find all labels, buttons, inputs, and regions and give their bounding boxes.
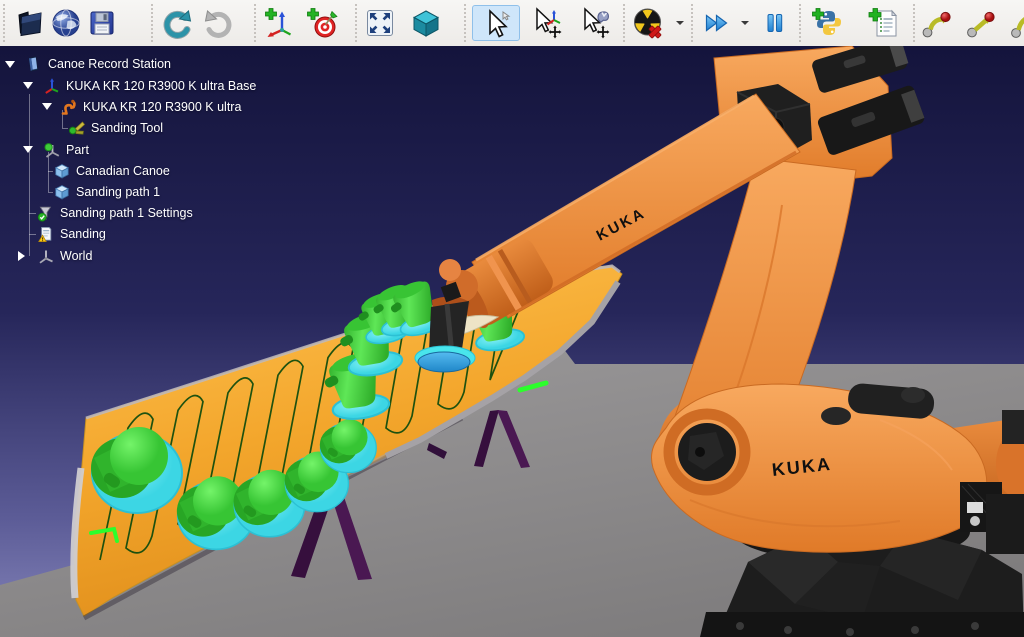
fit-all-button[interactable] (362, 5, 398, 41)
add-target-button[interactable] (304, 5, 340, 41)
isometric-view-button[interactable] (408, 5, 444, 41)
machining-settings-icon (37, 204, 55, 222)
tree-item-part[interactable]: Part (43, 140, 89, 160)
part-frame-icon (43, 141, 61, 159)
tree-item-sanding-path[interactable]: Sanding path 1 (53, 182, 160, 202)
expander-world[interactable] (18, 251, 25, 261)
fast-simulation-icon (700, 7, 732, 39)
program-warning-icon (37, 225, 55, 243)
move-reference-button[interactable] (524, 5, 570, 41)
tool-icon (68, 119, 86, 137)
move-circular-icon (1008, 7, 1024, 39)
add-python-button[interactable] (806, 5, 850, 41)
sander-pad (418, 352, 470, 372)
expander-part[interactable] (23, 146, 33, 153)
robot-icon (60, 98, 78, 116)
save-station-icon (86, 7, 118, 39)
tree-item-label: Sanding path 1 Settings (60, 206, 193, 220)
add-program-icon (867, 7, 901, 39)
tree-item-path-settings[interactable]: Sanding path 1 Settings (37, 203, 193, 223)
tree-item-robot[interactable]: KUKA KR 120 R3900 K ultra (60, 97, 241, 117)
add-python-program-icon (811, 7, 845, 39)
add-target-icon (306, 7, 338, 39)
tree-item-world[interactable]: World (37, 246, 92, 266)
add-reference-frame-icon (264, 7, 296, 39)
check-collisions-button[interactable] (630, 5, 666, 41)
tree-item-station[interactable]: Canoe Record Station (25, 54, 171, 74)
tree-item-sanding-program[interactable]: Sanding (37, 224, 106, 244)
move-joint-icon (919, 7, 951, 39)
expander-station[interactable] (5, 61, 15, 68)
tree-item-label: World (60, 249, 92, 263)
tree-item-canoe[interactable]: Canadian Canoe (53, 161, 170, 181)
world-frame-icon (37, 247, 55, 265)
open-station-icon (14, 7, 46, 39)
online-library-button[interactable] (48, 5, 84, 41)
expander-base[interactable] (23, 82, 33, 89)
tree-item-label: Part (66, 143, 89, 157)
tree-item-label: Canadian Canoe (76, 164, 170, 178)
redo-icon (202, 7, 234, 39)
object-cube-icon (53, 162, 71, 180)
add-program-button[interactable] (862, 5, 906, 41)
main-toolbar (0, 0, 1024, 47)
select-cursor-icon (480, 7, 512, 39)
pause-simulation-button[interactable] (756, 5, 792, 41)
check-collisions-dropdown[interactable] (676, 21, 684, 29)
add-reference-frame-button[interactable] (262, 5, 298, 41)
save-station-button[interactable] (84, 5, 120, 41)
move-tool-icon (579, 7, 611, 39)
pause-simulation-icon (758, 7, 790, 39)
check-collisions-icon (632, 7, 664, 39)
move-linear-icon (964, 7, 996, 39)
tree-item-label: Sanding path 1 (76, 185, 160, 199)
undo-button[interactable] (160, 5, 196, 41)
tree-item-label: Canoe Record Station (48, 57, 171, 71)
tree-item-label: Sanding Tool (91, 121, 163, 135)
object-cube-icon (53, 183, 71, 201)
undo-icon (162, 7, 194, 39)
tree-item-label: Sanding (60, 227, 106, 241)
move-circular-button[interactable] (1006, 5, 1024, 41)
tree-item-label: KUKA KR 120 R3900 K ultra (83, 100, 241, 114)
tree-item-label: KUKA KR 120 R3900 K ultra Base (66, 79, 256, 93)
reference-frame-icon (43, 77, 61, 95)
isometric-view-cube-icon (410, 7, 442, 39)
open-station-button[interactable] (12, 5, 48, 41)
expander-robot[interactable] (42, 103, 52, 110)
station-icon (25, 55, 43, 73)
fast-simulation-button[interactable] (698, 5, 734, 41)
tree-item-sanding-tool[interactable]: Sanding Tool (68, 118, 163, 138)
online-library-globe-icon (50, 7, 82, 39)
select-cursor-button[interactable] (472, 5, 520, 41)
move-joint-button[interactable] (917, 5, 953, 41)
fit-all-icon (364, 7, 396, 39)
toolbar-handle (3, 4, 5, 42)
redo-button[interactable] (200, 5, 236, 41)
fast-simulation-dropdown[interactable] (741, 21, 749, 29)
move-tool-button[interactable] (572, 5, 618, 41)
move-linear-button[interactable] (962, 5, 998, 41)
tree-item-base-frame[interactable]: KUKA KR 120 R3900 K ultra Base (43, 76, 256, 96)
move-reference-icon (531, 7, 563, 39)
